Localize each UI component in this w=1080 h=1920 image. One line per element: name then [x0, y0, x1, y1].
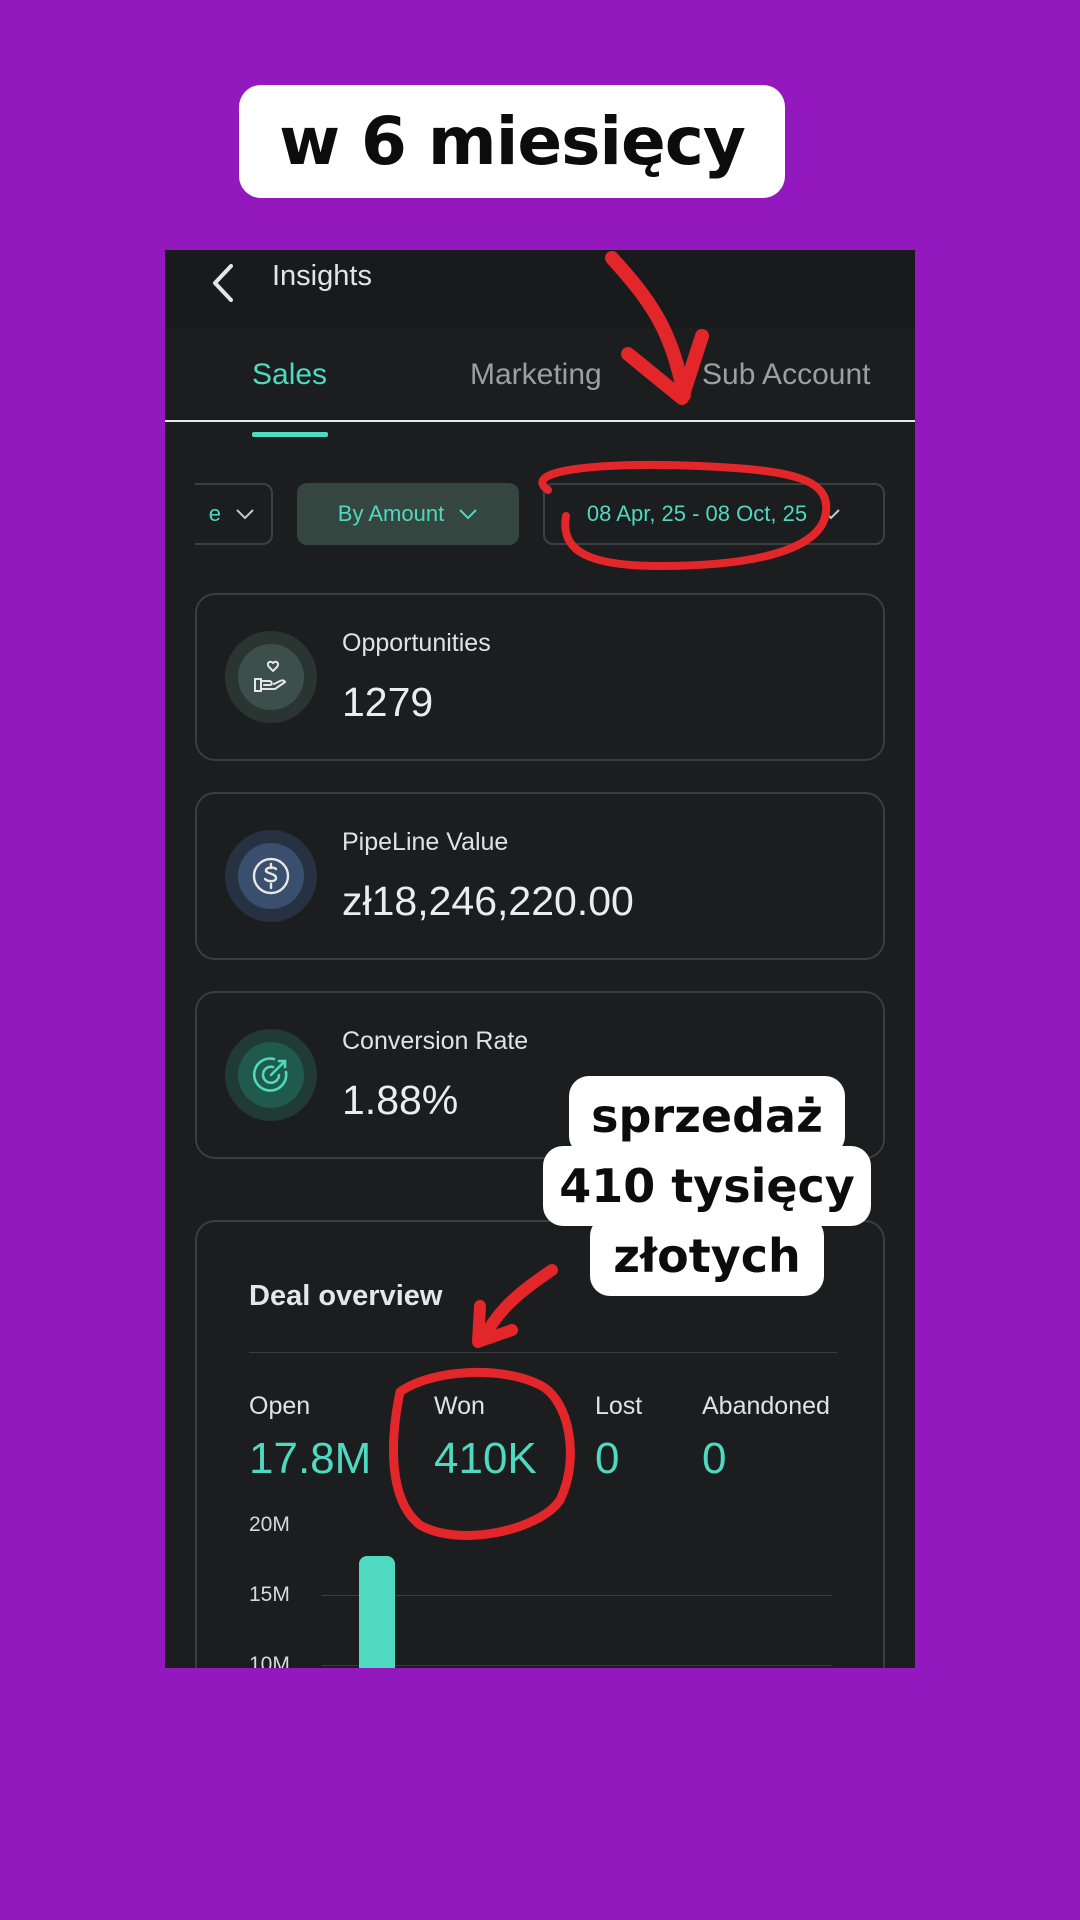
y-tick-label: 20M — [249, 1513, 290, 1536]
deal-overview-title: Deal overview — [249, 1280, 443, 1312]
dollar-coin-icon — [252, 857, 290, 895]
tab-bar: Sales Marketing Sub Account — [165, 328, 915, 422]
tab-sub-account[interactable]: Sub Account — [702, 358, 870, 392]
chevron-down-icon — [459, 509, 477, 520]
card-label: Opportunities — [342, 629, 491, 657]
headline-banner: w 6 miesięcy — [239, 85, 785, 198]
stat-lost-label: Lost — [595, 1392, 643, 1420]
card-value: 1.88% — [342, 1077, 459, 1123]
y-tick-label: 10M — [249, 1653, 290, 1668]
chevron-down-icon — [236, 509, 254, 520]
hand-heart-icon — [254, 660, 287, 692]
stat-open-label: Open — [249, 1392, 311, 1420]
back-arrow-icon[interactable] — [205, 258, 245, 308]
date-range-dropdown[interactable]: 08 Apr, 25 - 08 Oct, 25 — [543, 483, 885, 545]
card-label: PipeLine Value — [342, 828, 509, 856]
chart-bar-open[interactable] — [359, 1555, 395, 1668]
stat-won-value: 410K — [434, 1434, 537, 1483]
y-tick-label: 15M — [249, 1583, 290, 1606]
card-value: 1279 — [342, 679, 434, 725]
opportunities-card[interactable]: Opportunities 1279 — [195, 593, 885, 761]
conversion-icon-circle — [238, 1042, 304, 1108]
by-amount-dropdown[interactable]: By Amount — [297, 483, 519, 545]
divider — [249, 1352, 837, 1353]
gridline — [322, 1595, 832, 1596]
pipeline-icon-circle — [238, 843, 304, 909]
phone-screenshot: Insights Sales Marketing Sub Account e B… — [165, 250, 915, 1668]
card-label: Conversion Rate — [342, 1027, 529, 1055]
date-range-label: 08 Apr, 25 - 08 Oct, 25 — [586, 501, 808, 526]
tab-marketing[interactable]: Marketing — [470, 358, 602, 392]
pipeline-icon-badge — [225, 830, 317, 922]
filter-partial-label: e — [208, 501, 221, 526]
page-title: Insights — [272, 260, 372, 292]
card-value: zł18,246,220.00 — [342, 878, 634, 924]
by-amount-label: By Amount — [337, 501, 445, 526]
callout-line-1: sprzedaż — [569, 1076, 845, 1156]
stat-abandoned-label: Abandoned — [702, 1392, 830, 1420]
opportunities-icon-circle — [238, 644, 304, 710]
stat-open-value: 17.8M — [249, 1434, 372, 1483]
stat-abandoned-value: 0 — [702, 1434, 727, 1483]
chevron-down-icon — [822, 509, 840, 520]
gridline — [322, 1665, 832, 1666]
top-bar: Insights — [165, 250, 915, 328]
tab-sales[interactable]: Sales — [252, 358, 327, 392]
conversion-icon-badge — [225, 1029, 317, 1121]
stat-won-label: Won — [434, 1392, 485, 1420]
pipeline-value-card[interactable]: PipeLine Value zł18,246,220.00 — [195, 792, 885, 960]
stat-lost-value: 0 — [595, 1434, 620, 1483]
opportunities-icon-badge — [225, 631, 317, 723]
callout-line-3: złotych — [590, 1216, 824, 1296]
target-arrow-icon — [252, 1057, 288, 1092]
callout-line-2: 410 tysięcy — [543, 1146, 871, 1226]
filter-dropdown-partial[interactable]: e — [195, 483, 273, 545]
active-tab-indicator — [252, 432, 328, 437]
